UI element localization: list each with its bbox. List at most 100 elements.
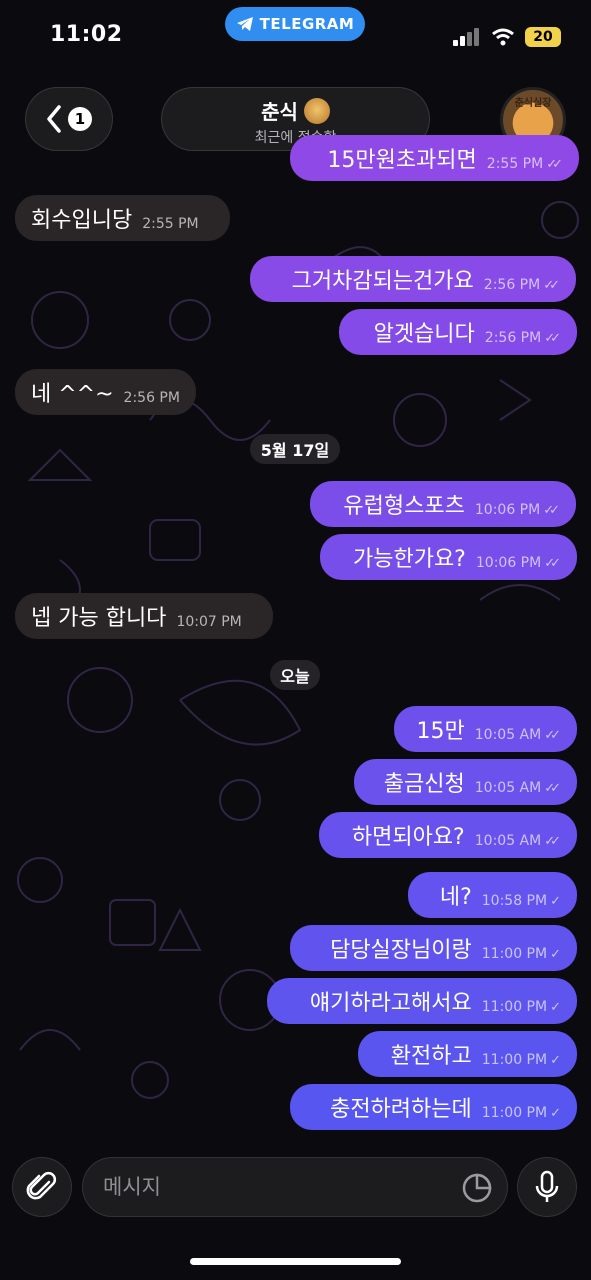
message-meta: 10:06 PM ✓✓ [475, 502, 560, 518]
message-text: 15만원초과되면 [327, 148, 477, 173]
input-bar [0, 1155, 591, 1219]
double-check-icon: ✓✓ [544, 555, 561, 571]
message-time: 10:05 AM [474, 780, 542, 796]
double-check-icon: ✓✓ [543, 502, 560, 518]
message-text: 가능한가요? [352, 547, 466, 572]
check-icon: ✓ [550, 999, 561, 1015]
chat-title: 춘식 [261, 100, 298, 124]
double-check-icon: ✓✓ [546, 156, 563, 172]
message-meta: 2:56 PM [124, 390, 180, 406]
outgoing-message[interactable]: 하면되아요? 10:05 AM ✓✓ [319, 812, 577, 858]
double-check-icon: ✓✓ [544, 780, 561, 796]
outgoing-message[interactable]: 환전하고 11:00 PM ✓ [358, 1031, 577, 1077]
message-time: 11:00 PM [481, 1052, 548, 1068]
message-meta: 2:55 PM ✓✓ [487, 156, 563, 172]
status-icons: 20 [453, 27, 561, 47]
outgoing-message[interactable]: 15만 10:05 AM ✓✓ [394, 706, 577, 752]
message-text: 네 ^^~ [31, 382, 114, 407]
attach-button[interactable] [12, 1157, 72, 1217]
outgoing-message[interactable]: 15만원초과되면 2:55 PM ✓✓ [290, 135, 579, 181]
message-time: 11:00 PM [481, 1105, 548, 1121]
message-text: 얘기하라고해서요 [309, 991, 472, 1016]
signal-icon [453, 28, 479, 46]
wifi-icon [492, 28, 514, 46]
message-text: 유럽형스포츠 [343, 494, 465, 519]
message-time: 10:06 PM [475, 555, 542, 571]
message-time: 10:05 AM [474, 727, 542, 743]
double-check-icon: ✓✓ [544, 330, 561, 346]
message-time: 2:56 PM [484, 330, 542, 346]
double-check-icon: ✓✓ [544, 727, 561, 743]
status-bar: 11:02 TELEGRAM 20 [0, 0, 591, 70]
message-time: 11:00 PM [481, 999, 548, 1015]
emoji-status-icon [303, 97, 330, 124]
message-meta: 10:06 PM ✓✓ [476, 555, 561, 571]
check-icon: ✓ [550, 1052, 561, 1068]
message-meta: 2:55 PM [142, 216, 198, 232]
message-meta: 10:05 AM ✓✓ [475, 833, 561, 849]
unread-count-badge: 1 [68, 107, 92, 131]
message-meta: 11:00 PM ✓ [482, 999, 561, 1015]
message-text: 15만 [416, 719, 465, 744]
outgoing-message[interactable]: 충전하려하는데 11:00 PM ✓ [290, 1084, 577, 1130]
message-text: 하면되아요? [351, 825, 465, 850]
outgoing-message[interactable]: 네? 10:58 PM ✓ [408, 872, 577, 918]
status-time: 11:02 [50, 22, 123, 47]
sticker-icon[interactable] [461, 1172, 493, 1204]
message-time: 10:07 PM [176, 614, 242, 630]
telegram-plane-icon [236, 17, 253, 31]
paperclip-icon [26, 1171, 57, 1200]
message-meta: 10:05 AM ✓✓ [475, 780, 561, 796]
message-input-field[interactable] [82, 1157, 508, 1217]
chevron-left-icon [47, 105, 61, 133]
message-meta: 2:56 PM ✓✓ [484, 277, 560, 293]
message-text: 넵 가능 합니다 [31, 606, 167, 631]
telegram-pill-label: TELEGRAM [259, 15, 355, 33]
message-text: 출금신청 [383, 772, 465, 797]
check-icon: ✓ [550, 946, 561, 962]
check-icon: ✓ [550, 893, 561, 909]
message-time: 2:55 PM [486, 156, 544, 172]
telegram-pill[interactable]: TELEGRAM [225, 7, 365, 41]
message-meta: 10:05 AM ✓✓ [475, 727, 561, 743]
message-text: 네? [439, 885, 472, 910]
incoming-message[interactable]: 네 ^^~ 2:56 PM [15, 369, 196, 415]
message-time: 11:00 PM [481, 946, 548, 962]
microphone-icon [535, 1170, 559, 1202]
message-time: 10:58 PM [481, 893, 548, 909]
message-meta: 11:00 PM ✓ [482, 1105, 561, 1121]
message-time: 2:56 PM [123, 390, 180, 406]
home-indicator [190, 1258, 401, 1265]
message-meta: 11:00 PM ✓ [482, 946, 561, 962]
message-input[interactable] [101, 1174, 445, 1200]
message-text: 충전하려하는데 [330, 1097, 472, 1122]
outgoing-message[interactable]: 그거차감되는건가요 2:56 PM ✓✓ [250, 256, 576, 302]
double-check-icon: ✓✓ [544, 833, 561, 849]
incoming-message[interactable]: 넵 가능 합니다 10:07 PM [15, 593, 273, 639]
avatar-label: 춘식실장 [514, 98, 552, 109]
message-time: 10:05 AM [474, 833, 542, 849]
outgoing-message[interactable]: 알겟습니다 2:56 PM ✓✓ [339, 309, 577, 355]
message-meta: 10:07 PM [176, 614, 241, 630]
back-button[interactable]: 1 [25, 87, 113, 151]
message-text: 알겟습니다 [373, 322, 475, 347]
message-meta: 10:58 PM ✓ [482, 893, 561, 909]
check-icon: ✓ [550, 1105, 561, 1121]
message-time: 2:55 PM [142, 216, 199, 232]
message-text: 담당실장님이랑 [330, 938, 472, 963]
voice-record-button[interactable] [517, 1157, 577, 1217]
outgoing-message[interactable]: 유럽형스포츠 10:06 PM ✓✓ [310, 481, 576, 527]
incoming-message[interactable]: 회수입니당 2:55 PM [15, 195, 230, 241]
outgoing-message[interactable]: 담당실장님이랑 11:00 PM ✓ [290, 925, 577, 971]
message-time: 10:06 PM [474, 502, 541, 518]
outgoing-message[interactable]: 가능한가요? 10:06 PM ✓✓ [320, 534, 577, 580]
message-text: 회수입니당 [31, 208, 133, 233]
outgoing-message[interactable]: 얘기하라고해서요 11:00 PM ✓ [267, 978, 577, 1024]
outgoing-message[interactable]: 출금신청 10:05 AM ✓✓ [354, 759, 577, 805]
message-text: 환전하고 [390, 1044, 472, 1069]
message-text: 그거차감되는건가요 [291, 269, 474, 294]
date-separator: 5월 17일 [250, 434, 340, 464]
date-separator: 오늘 [270, 660, 320, 690]
message-meta: 11:00 PM ✓ [482, 1052, 561, 1068]
battery-indicator: 20 [525, 27, 561, 47]
